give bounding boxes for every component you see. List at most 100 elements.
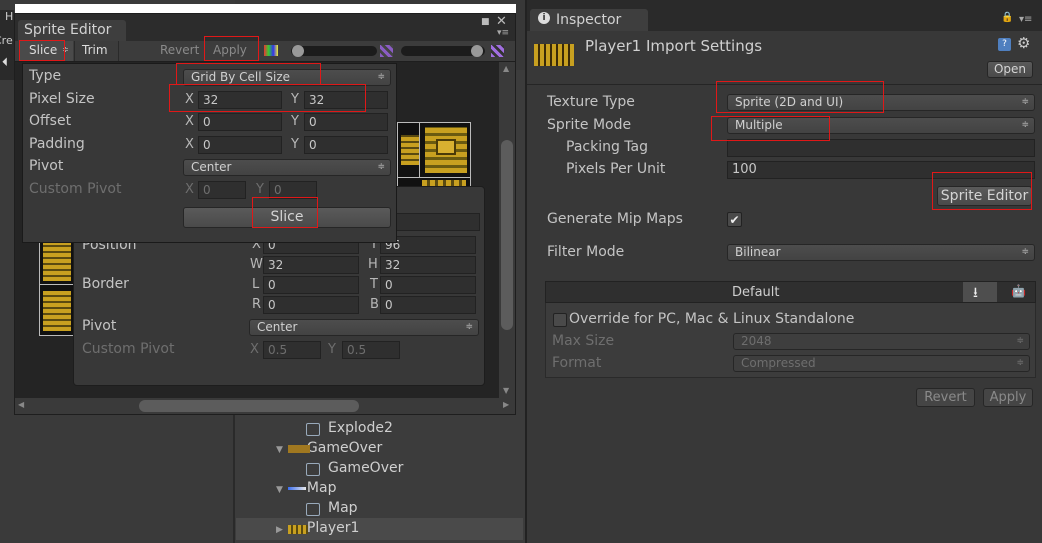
sprite-editor-toolbar: Slice ≑ Trim Revert Apply — [15, 41, 515, 62]
dropdown-arrow-icon: ≑ — [1021, 97, 1029, 107]
pivot-label: Pivot — [29, 158, 64, 174]
close-icon[interactable]: ✕ — [496, 14, 507, 29]
dropdown-arrow-icon: ≑ — [377, 72, 385, 82]
asset-thumbnail — [534, 44, 574, 66]
sprite-custom-pivot-y: 0.5 — [342, 341, 400, 359]
trim-button[interactable]: Trim — [74, 41, 119, 61]
settings-gear-icon[interactable]: ⚙ — [1017, 34, 1030, 52]
color-channel-icon[interactable] — [264, 45, 278, 56]
slice-toolbar-button[interactable]: Slice ≑ — [19, 41, 73, 61]
position-h-field[interactable]: 32 — [380, 256, 476, 274]
android-icon[interactable]: 🤖 — [1011, 284, 1026, 298]
inspector-menu-icon[interactable]: ▾≡ — [1019, 14, 1032, 25]
platform-default-tab[interactable]: Default — [732, 285, 780, 300]
sprite-pivot-dropdown[interactable]: Center ≑ — [249, 319, 479, 336]
sprite-cell[interactable] — [39, 236, 75, 286]
border-l-field[interactable]: 0 — [263, 276, 359, 294]
window-menu-icon[interactable]: ▾≡ — [497, 28, 509, 38]
sprite-cell[interactable] — [39, 284, 75, 336]
padding-x-field[interactable]: 0 — [198, 136, 282, 154]
scroll-down-icon[interactable]: ▼ — [503, 386, 509, 395]
pixels-per-unit-field[interactable]: 100 — [727, 161, 1035, 179]
padding-x-axis: X — [185, 137, 194, 152]
slice-type-dropdown[interactable]: Grid By Cell Size ≑ — [183, 69, 391, 86]
alpha-icon[interactable] — [491, 45, 504, 57]
packing-tag-field[interactable] — [727, 139, 1035, 157]
list-item[interactable]: GameOver — [306, 460, 403, 476]
texture-icon — [306, 423, 320, 436]
list-item[interactable]: ▼ Map — [276, 480, 336, 496]
standalone-tab[interactable]: ⭳ — [963, 282, 997, 302]
border-b-field[interactable]: 0 — [380, 296, 476, 314]
format-label: Format — [552, 355, 602, 371]
border-t-field[interactable]: 0 — [380, 276, 476, 294]
position-w-field[interactable]: 32 — [263, 256, 359, 274]
border-r-field[interactable]: 0 — [263, 296, 359, 314]
slider-thumb[interactable] — [292, 45, 304, 57]
sprite-mode-dropdown[interactable]: Multiple ≑ — [727, 117, 1035, 134]
format-value: Compressed — [741, 356, 816, 370]
custom-pivot-y-axis: Y — [256, 182, 264, 197]
dropdown-arrow-icon: ≑ — [1021, 120, 1029, 130]
filter-mode-dropdown[interactable]: Bilinear ≑ — [727, 244, 1035, 261]
offset-y-field[interactable]: 0 — [304, 113, 388, 131]
texture-type-dropdown[interactable]: Sprite (2D and UI) ≑ — [727, 94, 1035, 111]
left-partial-window: H Cre ⏴ — [0, 10, 14, 80]
horizontal-scrollbar[interactable]: ◀ ▶ — [15, 398, 515, 414]
slice-button[interactable]: Slice — [183, 207, 391, 228]
map-sprite-icon — [288, 487, 306, 490]
slice-popup-panel: Type Grid By Cell Size ≑ Pixel Size X 32 … — [22, 63, 397, 243]
list-item[interactable]: ▶ Player1 — [276, 520, 359, 536]
apply-toolbar-button[interactable]: Apply — [213, 43, 247, 57]
back-arrow-icon[interactable]: ⏴ — [2, 55, 8, 70]
open-button[interactable]: Open — [987, 61, 1033, 78]
pixel-size-y-field[interactable]: 32 — [304, 91, 388, 109]
list-item[interactable]: Map — [306, 500, 358, 516]
hierarchy-list: Explode2 ▼ GameOver GameOver ▼ Map Map ▶ Pl… — [236, 418, 523, 543]
inspector-tab-title: Inspector — [556, 12, 622, 28]
sprite-editor-window: Sprite Editor ■ ✕ ▾≡ Slice ≑ Trim Revert… — [14, 13, 516, 415]
list-item[interactable]: Explode2 — [306, 420, 393, 436]
border-t-axis: T — [370, 277, 378, 292]
mipmap-icon[interactable] — [380, 45, 393, 57]
generate-mip-maps-checkbox[interactable]: ✔ — [727, 212, 742, 227]
apply-button[interactable]: Apply — [983, 388, 1033, 407]
mip-slider-thumb[interactable] — [471, 45, 483, 57]
dropdown-arrow-icon: ≑ — [377, 162, 385, 172]
offset-x-field[interactable]: 0 — [198, 113, 282, 131]
trim-label: Trim — [82, 43, 108, 57]
lock-icon[interactable]: 🔒 — [1001, 12, 1013, 23]
scroll-up-icon[interactable]: ▲ — [503, 64, 509, 73]
filter-mode-label: Filter Mode — [547, 244, 625, 260]
max-size-label: Max Size — [552, 333, 615, 349]
padding-y-field[interactable]: 0 — [304, 136, 388, 154]
player1-sprite-icon — [288, 525, 308, 534]
maximize-icon[interactable]: ■ — [481, 17, 490, 27]
scroll-left-icon[interactable]: ◀ — [18, 400, 24, 409]
revert-button[interactable]: Revert — [916, 388, 975, 407]
help-icon[interactable]: ? — [998, 38, 1011, 51]
vertical-scroll-thumb[interactable] — [501, 140, 513, 330]
sprite-editor-tab[interactable]: Sprite Editor — [18, 20, 126, 42]
pos-w-axis: W — [250, 257, 263, 272]
inspector-header-title: Player1 Import Settings — [585, 37, 763, 55]
inspector-tab[interactable]: i Inspector — [530, 9, 648, 31]
list-item[interactable]: ▼ GameOver — [276, 440, 382, 456]
max-size-dropdown: 2048 ≑ — [733, 333, 1030, 350]
slice-pivot-dropdown[interactable]: Center ≑ — [183, 159, 391, 176]
horizontal-scroll-thumb[interactable] — [139, 400, 359, 412]
dropdown-arrow-icon: ≑ — [1021, 247, 1029, 257]
sprite-pivot-value: Center — [257, 320, 298, 334]
override-label: Override for PC, Mac & Linux Standalone — [569, 311, 855, 327]
vertical-scrollbar[interactable]: ▲ ▼ — [499, 62, 515, 400]
pixel-size-x-field[interactable]: 32 — [198, 91, 282, 109]
padding-label: Padding — [29, 136, 85, 152]
scroll-right-icon[interactable]: ▶ — [503, 400, 509, 409]
sprite-cell[interactable] — [419, 122, 471, 178]
custom-pivot-label: Custom Pivot — [29, 181, 122, 197]
override-checkbox[interactable] — [553, 313, 567, 327]
sprite-graphic — [43, 243, 71, 281]
sprite-editor-button[interactable]: Sprite Editor — [937, 186, 1032, 206]
offset-y-axis: Y — [291, 114, 299, 129]
revert-toolbar-button[interactable]: Revert — [160, 43, 199, 57]
